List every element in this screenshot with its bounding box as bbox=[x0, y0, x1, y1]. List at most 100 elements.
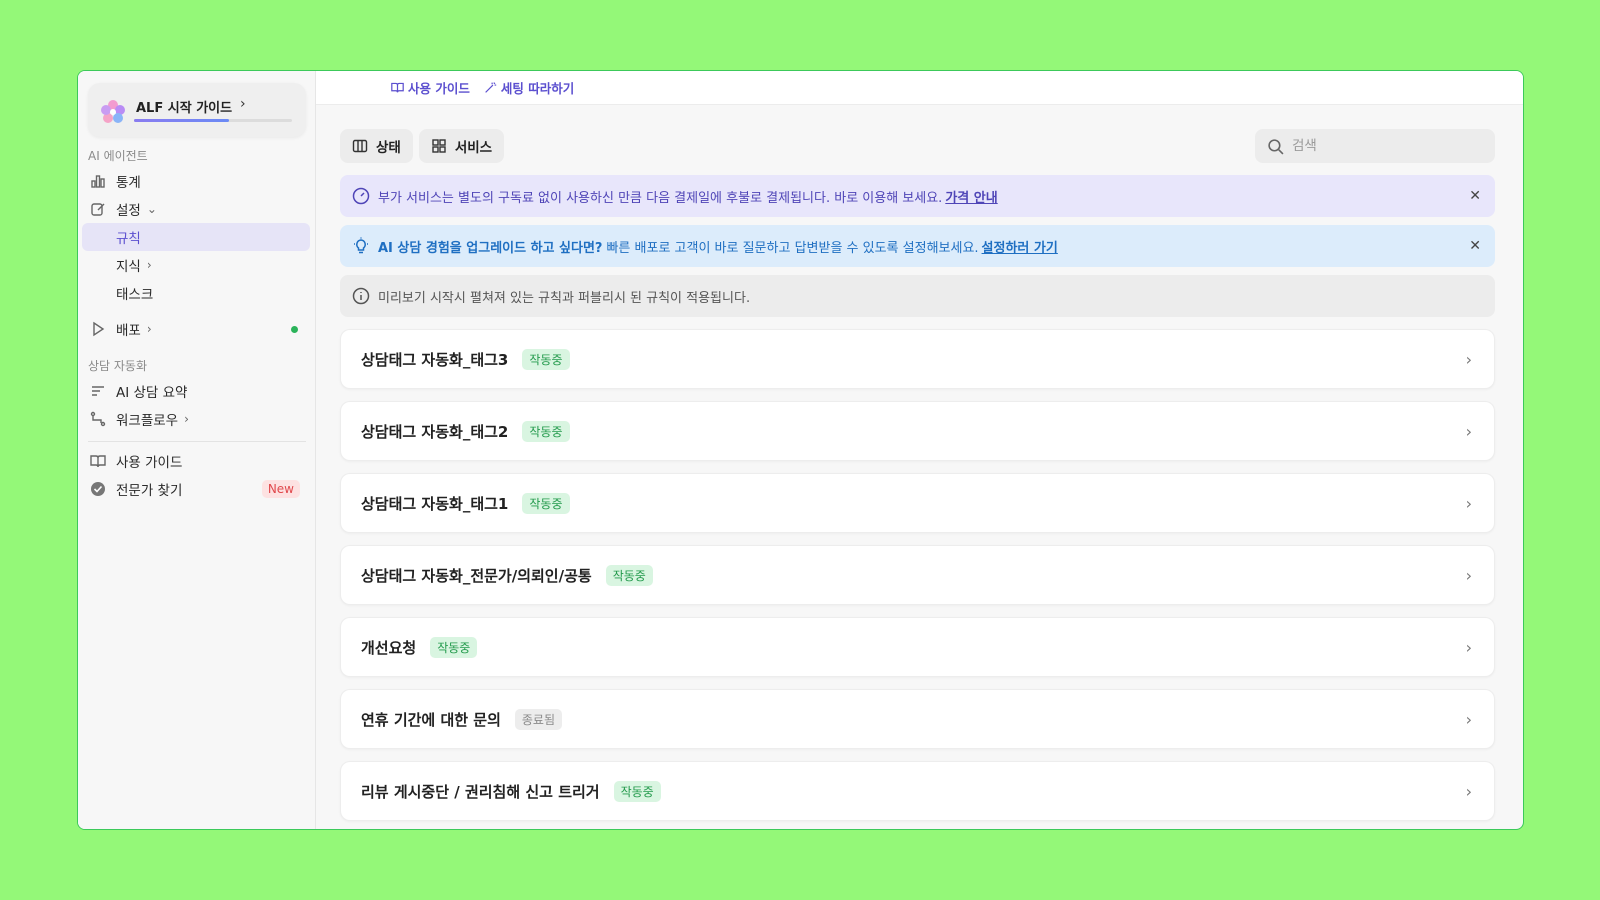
rule-title: 상담태그 자동화_전문가/의뢰인/공통 bbox=[361, 566, 592, 585]
upgrade-banner-text: 빠른 배포로 고객이 바로 질문하고 답변받을 수 있도록 설정해보세요. bbox=[606, 240, 979, 256]
sidebar-item-find-expert[interactable]: 전문가 찾기 New bbox=[82, 475, 310, 503]
preview-info-banner: 미리보기 시작시 펼쳐져 있는 규칙과 퍼블리시 된 규칙이 적용됩니다. bbox=[340, 275, 1495, 317]
status-badge: 작동중 bbox=[430, 636, 478, 658]
rule-card[interactable]: 상담태그 자동화_태그2 작동중 › bbox=[340, 401, 1495, 461]
sidebar-item-deploy[interactable]: 배포 › bbox=[82, 315, 310, 343]
rule-card[interactable]: 연휴 기간에 대한 문의 종료됨 › bbox=[340, 689, 1495, 749]
magic-wand-icon bbox=[485, 82, 497, 93]
service-view-button[interactable]: 서비스 bbox=[418, 129, 505, 163]
view-toolbar: 상태 서비스 bbox=[340, 129, 505, 163]
section-label-ai-agent: AI 에이전트 bbox=[88, 149, 148, 163]
deploy-status-dot bbox=[291, 325, 298, 333]
sidebar-item-label: 배포 bbox=[116, 323, 141, 339]
status-view-label: 상태 bbox=[376, 140, 401, 156]
lightbulb-icon bbox=[352, 237, 370, 255]
status-badge: 작동중 bbox=[522, 420, 570, 442]
upgrade-banner: AI 상담 경험을 업그레이드 하고 싶다면? 빠른 배포로 고객이 바로 질문… bbox=[340, 225, 1495, 267]
sidebar-item-rules[interactable]: 규칙 bbox=[82, 223, 310, 251]
book-icon bbox=[89, 452, 107, 470]
chevron-right-icon: › bbox=[146, 258, 152, 272]
rule-title: 상담태그 자동화_태그3 bbox=[361, 350, 509, 369]
rule-card[interactable]: 상담태그 자동화_태그3 작동중 › bbox=[340, 329, 1495, 389]
rule-title: 상담태그 자동화_태그1 bbox=[361, 494, 509, 513]
sidebar-item-settings[interactable]: 설정 ⌄ bbox=[82, 195, 310, 223]
sidebar-item-label: AI 상담 요약 bbox=[116, 385, 188, 401]
sidebar-item-label: 전문가 찾기 bbox=[116, 483, 183, 499]
guide-progress-fill bbox=[134, 119, 229, 122]
close-icon[interactable]: ✕ bbox=[1469, 188, 1481, 204]
chevron-right-icon: › bbox=[184, 412, 189, 426]
bar-chart-icon bbox=[89, 172, 107, 190]
service-view-label: 서비스 bbox=[454, 140, 493, 156]
user-guide-link-label: 사용 가이드 bbox=[408, 81, 470, 96]
user-guide-link[interactable]: 사용 가이드 bbox=[391, 78, 470, 97]
upgrade-banner-heading: AI 상담 경험을 업그레이드 하고 싶다면? bbox=[378, 240, 603, 256]
go-setup-link[interactable]: 설정하러 가기 bbox=[982, 237, 1058, 256]
chevron-right-icon: › bbox=[1465, 493, 1472, 513]
addon-info-banner: 부가 서비스는 별도의 구독료 없이 사용하신 만큼 다음 결제일에 후불로 결… bbox=[340, 175, 1495, 217]
alf-logo-icon bbox=[101, 100, 125, 123]
gauge-icon bbox=[352, 187, 370, 205]
rule-title: 리뷰 게시중단 / 권리침해 신고 트리거 bbox=[361, 782, 600, 801]
setup-follow-link-label: 세팅 따라하기 bbox=[500, 81, 575, 96]
sidebar-item-tasks[interactable]: 태스크 bbox=[82, 279, 310, 307]
new-badge: New bbox=[261, 480, 300, 498]
sidebar-item-label: 설정 bbox=[116, 203, 141, 219]
section-label-automation: 상담 자동화 bbox=[88, 359, 148, 373]
sidebar-item-label: 워크플로우 bbox=[116, 413, 179, 429]
rule-title: 개선요청 bbox=[361, 638, 417, 657]
chevron-right-icon: › bbox=[1465, 349, 1472, 369]
chevron-right-icon: › bbox=[240, 96, 246, 112]
guide-title: ALF 시작 가이드 bbox=[136, 101, 233, 116]
sidebar-item-user-guide[interactable]: 사용 가이드 bbox=[82, 447, 310, 475]
sidebar-item-label: 지식 bbox=[116, 259, 141, 275]
guide-progress-bar bbox=[134, 119, 292, 122]
verified-badge-icon bbox=[89, 480, 107, 498]
rule-card[interactable]: 리뷰 게시중단 / 권리침해 신고 트리거 작동중 › bbox=[340, 761, 1495, 821]
sidebar-item-label: 규칙 bbox=[116, 231, 141, 247]
addon-banner-text: 부가 서비스는 별도의 구독료 없이 사용하신 만큼 다음 결제일에 후불로 결… bbox=[378, 190, 943, 206]
status-badge: 종료됨 bbox=[514, 708, 562, 730]
chevron-right-icon: › bbox=[1465, 709, 1472, 729]
sidebar-item-ai-summary[interactable]: AI 상담 요약 bbox=[82, 377, 310, 405]
chevron-down-icon: ⌄ bbox=[146, 202, 157, 216]
top-bar: 사용 가이드 세팅 따라하기 bbox=[316, 71, 1523, 105]
edit-icon bbox=[89, 200, 107, 218]
preview-banner-text: 미리보기 시작시 펼쳐져 있는 규칙과 퍼블리시 된 규칙이 적용됩니다. bbox=[378, 290, 751, 306]
status-badge: 작동중 bbox=[522, 492, 570, 514]
onboarding-guide-card[interactable]: ALF 시작 가이드 › bbox=[88, 83, 306, 137]
columns-icon bbox=[352, 139, 368, 153]
setup-follow-link[interactable]: 세팅 따라하기 bbox=[484, 78, 574, 97]
rule-card[interactable]: 상담태그 자동화_전문가/의뢰인/공통 작동중 › bbox=[340, 545, 1495, 605]
chevron-right-icon: › bbox=[1465, 421, 1472, 441]
sidebar-item-stats[interactable]: 통계 bbox=[82, 167, 310, 195]
sidebar-item-knowledge[interactable]: 지식 › bbox=[82, 251, 310, 279]
status-view-button[interactable]: 상태 bbox=[340, 129, 413, 163]
rule-card[interactable]: 상담태그 자동화_태그1 작동중 › bbox=[340, 473, 1495, 533]
book-icon bbox=[391, 82, 404, 93]
chevron-right-icon: › bbox=[1465, 781, 1472, 801]
search-input[interactable] bbox=[1292, 138, 1472, 154]
sidebar: ALF 시작 가이드 › AI 에이전트 통계 설정 ⌄ 규칙 지식 › 태스크… bbox=[78, 71, 316, 829]
grid-icon bbox=[432, 139, 446, 153]
close-icon[interactable]: ✕ bbox=[1469, 238, 1481, 254]
sidebar-item-label: 태스크 bbox=[116, 287, 154, 303]
pricing-link[interactable]: 가격 안내 bbox=[945, 187, 997, 206]
rule-title: 상담태그 자동화_태그2 bbox=[361, 422, 509, 441]
app-window: ALF 시작 가이드 › AI 에이전트 통계 설정 ⌄ 규칙 지식 › 태스크… bbox=[77, 70, 1524, 830]
info-icon bbox=[352, 287, 370, 305]
chevron-right-icon: › bbox=[1465, 565, 1472, 585]
status-badge: 작동중 bbox=[605, 564, 653, 586]
sidebar-divider bbox=[88, 441, 306, 442]
status-badge: 작동중 bbox=[613, 780, 661, 802]
sidebar-item-label: 통계 bbox=[116, 175, 141, 191]
rule-card[interactable]: 개선요청 작동중 › bbox=[340, 617, 1495, 677]
rule-title: 연휴 기간에 대한 문의 bbox=[361, 710, 501, 729]
play-icon bbox=[89, 320, 107, 338]
sidebar-item-label: 사용 가이드 bbox=[116, 455, 183, 471]
chevron-right-icon: › bbox=[146, 322, 152, 336]
chevron-right-icon: › bbox=[1465, 637, 1472, 657]
text-lines-icon bbox=[89, 382, 107, 400]
main-content: 사용 가이드 세팅 따라하기 상태 서비스 부가 bbox=[316, 71, 1523, 829]
sidebar-item-workflow[interactable]: 워크플로우 › bbox=[82, 405, 310, 433]
